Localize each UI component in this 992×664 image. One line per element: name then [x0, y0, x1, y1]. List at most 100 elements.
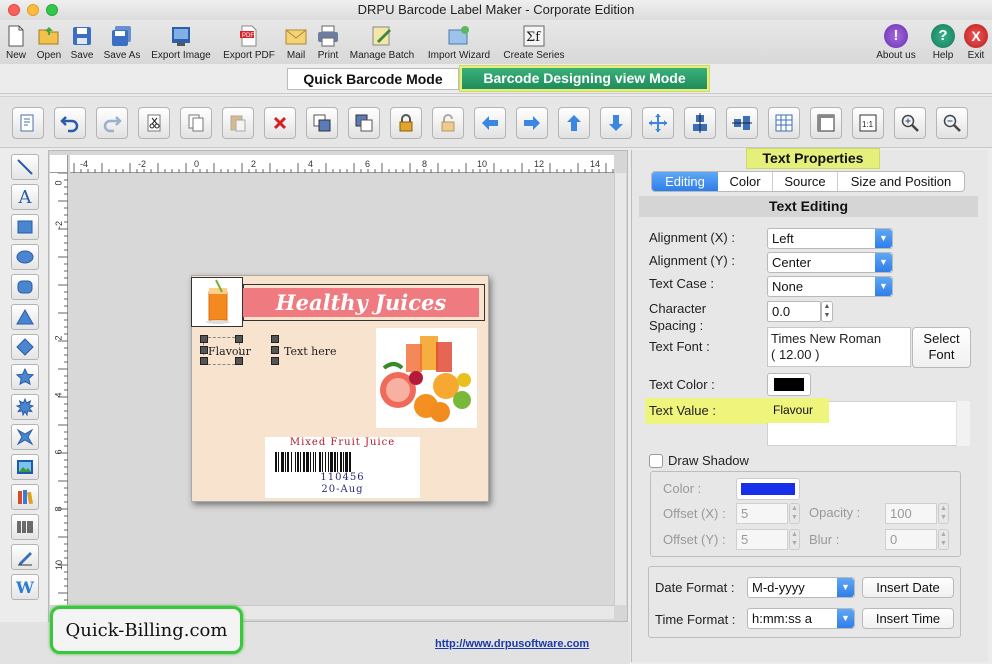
tab-color[interactable]: Color — [718, 172, 773, 191]
shadow-color-picker[interactable] — [736, 478, 800, 500]
resize-handle[interactable] — [235, 357, 243, 365]
paste-button[interactable] — [222, 107, 254, 139]
open-button[interactable]: Open — [34, 20, 64, 64]
offset-x-input[interactable]: 5 — [736, 503, 788, 524]
save-label: Save — [70, 50, 94, 61]
align-vertical-button[interactable] — [684, 107, 716, 139]
text-value-scrollbar[interactable] — [956, 401, 970, 446]
alignment-x-select[interactable]: Left ▼ — [767, 228, 893, 249]
text-color-picker[interactable] — [767, 373, 811, 396]
center-button[interactable] — [642, 107, 674, 139]
ruler-corner — [50, 155, 68, 173]
cut-button[interactable] — [138, 107, 170, 139]
export-image-button[interactable]: Export Image — [148, 20, 214, 64]
resize-handle[interactable] — [200, 335, 208, 343]
website-link[interactable]: http://www.drpusoftware.com — [435, 638, 589, 650]
char-spacing-stepper[interactable]: ▲ ▼ — [821, 301, 833, 322]
move-left-button[interactable] — [474, 107, 506, 139]
offset-x-stepper[interactable]: ▲ ▼ — [789, 503, 800, 524]
undo-button[interactable] — [54, 107, 86, 139]
watermark-tool-button[interactable]: W — [11, 574, 39, 600]
export-pdf-button[interactable]: PDF Export PDF — [220, 20, 278, 64]
text-here-handle[interactable] — [271, 357, 279, 365]
barcode-tool-button[interactable] — [11, 514, 39, 540]
resize-handle[interactable] — [200, 346, 208, 354]
text-here-handle[interactable] — [271, 346, 279, 354]
quick-barcode-mode-tab[interactable]: Quick Barcode Mode — [287, 68, 459, 90]
signature-tool-button[interactable] — [11, 544, 39, 570]
bring-front-button[interactable] — [306, 107, 338, 139]
text-tool-button[interactable]: A — [11, 184, 39, 210]
select-font-button[interactable]: Select Font — [912, 327, 971, 368]
send-back-button[interactable] — [348, 107, 380, 139]
properties-button[interactable] — [12, 107, 44, 139]
image-tool-button[interactable] — [11, 454, 39, 480]
opacity-input[interactable]: 100 — [885, 503, 937, 524]
burst-tool-button[interactable] — [11, 394, 39, 420]
char-spacing-input[interactable]: 0.0 — [767, 301, 821, 322]
new-button[interactable]: New — [2, 20, 30, 64]
insert-time-button[interactable]: Insert Time — [862, 608, 954, 629]
line-tool-button[interactable] — [11, 154, 39, 180]
date-format-select[interactable]: M-d-yyyy ▼ — [747, 577, 855, 598]
import-wizard-button[interactable]: Import Wizard — [424, 20, 494, 64]
resize-handle[interactable] — [200, 357, 208, 365]
grid-button[interactable] — [768, 107, 800, 139]
help-button[interactable]: ? Help — [928, 20, 958, 64]
save-as-button[interactable]: Save As — [101, 20, 143, 64]
align-horizontal-button[interactable] — [726, 107, 758, 139]
flavour-text[interactable]: Flavour — [208, 345, 251, 358]
triangle-tool-button[interactable] — [11, 304, 39, 330]
juice-glass-image[interactable] — [191, 277, 243, 327]
mail-button[interactable]: Mail — [282, 20, 310, 64]
create-series-button[interactable]: Σf Create Series — [500, 20, 568, 64]
manage-batch-button[interactable]: Manage Batch — [347, 20, 417, 64]
redo-button[interactable] — [96, 107, 128, 139]
blur-stepper[interactable]: ▲ ▼ — [938, 529, 949, 550]
ellipse-tool-button[interactable] — [11, 244, 39, 270]
alignment-x-value: Left — [772, 231, 794, 246]
zoom-in-button[interactable] — [894, 107, 926, 139]
insert-date-button[interactable]: Insert Date — [862, 577, 954, 598]
ruler-button[interactable] — [810, 107, 842, 139]
delete-button[interactable] — [264, 107, 296, 139]
vertical-scrollbar[interactable] — [614, 173, 626, 605]
actual-size-button[interactable]: 1:1 — [852, 107, 884, 139]
blur-input[interactable]: 0 — [885, 529, 937, 550]
rounded-rect-tool-button[interactable] — [11, 274, 39, 300]
opacity-stepper[interactable]: ▲ ▼ — [938, 503, 949, 524]
save-button[interactable]: Save — [67, 20, 97, 64]
exit-button[interactable]: X Exit — [962, 20, 990, 64]
label-header-text[interactable]: Healthy Juices — [243, 288, 479, 317]
move-right-button[interactable] — [516, 107, 548, 139]
library-tool-button[interactable] — [11, 484, 39, 510]
move-down-button[interactable] — [600, 107, 632, 139]
star-tool-button[interactable] — [11, 364, 39, 390]
zoom-out-button[interactable] — [936, 107, 968, 139]
text-here-handle[interactable] — [271, 335, 279, 343]
move-up-button[interactable] — [558, 107, 590, 139]
tab-size-position[interactable]: Size and Position — [838, 172, 964, 191]
draw-shadow-checkbox[interactable] — [649, 454, 663, 468]
lock-button[interactable] — [390, 107, 422, 139]
diamond-tool-button[interactable] — [11, 334, 39, 360]
about-us-button[interactable]: ! About us — [874, 20, 918, 64]
draw-shadow-label: Draw Shadow — [668, 453, 749, 468]
barcode-designing-mode-tab[interactable]: Barcode Designing view Mode — [462, 68, 707, 89]
text-here-text[interactable]: Text here — [284, 345, 336, 358]
resize-handle[interactable] — [235, 335, 243, 343]
fruit-image[interactable] — [376, 328, 477, 428]
tab-source[interactable]: Source — [773, 172, 838, 191]
offset-y-input[interactable]: 5 — [736, 529, 788, 550]
sparkle-tool-button[interactable] — [11, 424, 39, 450]
copy-button[interactable] — [180, 107, 212, 139]
tab-editing[interactable]: Editing — [652, 172, 718, 191]
time-format-select[interactable]: h:mm:ss a ▼ — [747, 608, 855, 629]
picture-icon — [17, 460, 33, 474]
unlock-button[interactable] — [432, 107, 464, 139]
offset-y-stepper[interactable]: ▲ ▼ — [789, 529, 800, 550]
rectangle-tool-button[interactable] — [11, 214, 39, 240]
alignment-y-select[interactable]: Center ▼ — [767, 252, 893, 273]
text-case-select[interactable]: None ▼ — [767, 276, 893, 297]
print-button[interactable]: Print — [314, 20, 342, 64]
